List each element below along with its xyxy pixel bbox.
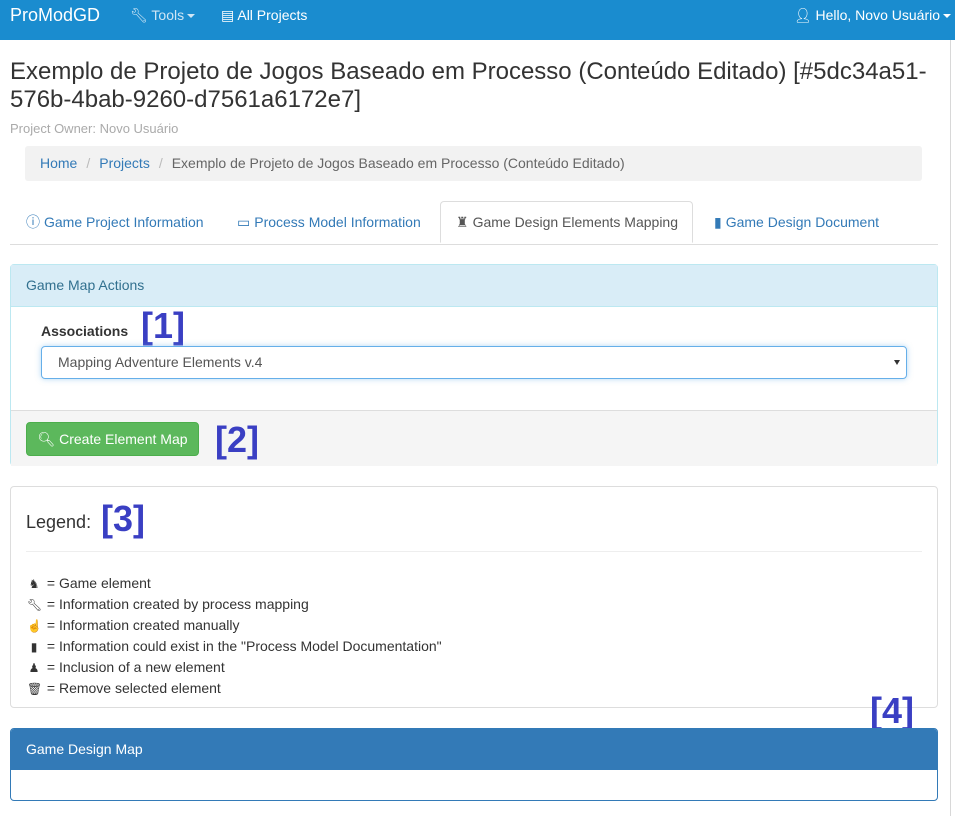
legend-item: ♞ = Game element <box>27 573 442 594</box>
chess-pawn-icon: ♟ <box>28 661 40 675</box>
legend-item: ♟ = Inclusion of a new element <box>27 657 442 678</box>
top-navbar: ProModGD 🔧︎ Tools ▤ All Projects 👤︎ Hell… <box>0 0 955 40</box>
tab-game-design-elements-mapping[interactable]: ♜ Game Design Elements Mapping <box>440 201 693 243</box>
legend-item: ☝ = Information created manually <box>27 615 442 636</box>
panel-footer: 🔍︎ Create Element Map [2] <box>11 410 937 466</box>
breadcrumb-projects[interactable]: Projects <box>99 155 150 171</box>
legend-item: 🗑︎ = Remove selected element <box>27 678 442 699</box>
tools-menu[interactable]: 🔧︎ Tools <box>130 7 196 24</box>
associations-label: Associations <box>41 323 129 339</box>
legend-item-text: = Information created by process mapping <box>46 596 309 612</box>
legend-panel: Legend: [3] ♞ = Game element 🔧︎ = Inform… <box>10 486 938 708</box>
trash-icon: 🗑︎ <box>27 682 43 696</box>
breadcrumb: Home / Projects / Exemplo de Projeto de Jogo… <box>25 146 922 181</box>
legend-item: 🔧︎ = Information created by process mapp… <box>27 594 442 615</box>
legend-item-text: = Game element <box>46 575 151 591</box>
hand-up-icon: ☝ <box>27 619 42 633</box>
breadcrumb-separator: / <box>158 155 163 171</box>
tab-label: Game Project Information <box>44 214 204 230</box>
tab-game-project-information[interactable]: ⓘ Game Project Information <box>26 202 204 243</box>
page-title: Exemplo de Projeto de Jogos Baseado em P… <box>10 58 927 113</box>
project-owner: Project Owner: Novo Usuário <box>10 121 179 136</box>
breadcrumb-current: Exemplo de Projeto de Jogos Baseado em P… <box>171 155 625 171</box>
panel-heading: Game Design Map <box>11 729 937 770</box>
legend-list: ♞ = Game element 🔧︎ = Information create… <box>27 573 442 699</box>
tab-game-design-document[interactable]: ▮ Game Design Document <box>714 202 879 243</box>
associations-select[interactable]: Mapping Adventure Elements v.4 <box>41 346 907 379</box>
hdd-icon: ▭ <box>237 214 251 230</box>
list-icon: ▤ <box>221 7 235 23</box>
caret-down-icon <box>187 14 196 19</box>
caret-down-icon <box>943 14 951 19</box>
legend-item-text: = Information created manually <box>46 617 240 633</box>
wrench-icon: 🔧︎ <box>27 598 43 612</box>
chess-knight-icon: ♞ <box>28 577 40 591</box>
legend-divider <box>26 551 922 552</box>
create-element-map-label: Create Element Map <box>59 431 188 447</box>
associations-select-value: Mapping Adventure Elements v.4 <box>58 354 263 370</box>
all-projects-label: All Projects <box>237 7 308 23</box>
breadcrumb-separator: / <box>86 155 91 171</box>
info-circle-icon: ⓘ <box>26 214 40 230</box>
select-arrow-icon <box>894 360 900 365</box>
tab-label: Process Model Information <box>254 214 421 230</box>
tab-label: Game Design Elements Mapping <box>472 214 678 230</box>
marker-2: [2] <box>215 419 259 460</box>
legend-heading: Legend: <box>26 512 92 532</box>
project-tabs: ⓘ Game Project Information ▭ Process Model… <box>10 201 938 245</box>
page-edge <box>950 40 951 816</box>
legend-item-text: = Information could exist in the "Proces… <box>46 638 442 654</box>
marker-1: [1] <box>141 305 185 346</box>
breadcrumb-home[interactable]: Home <box>40 155 77 171</box>
create-element-map-button[interactable]: 🔍︎ Create Element Map <box>26 422 199 456</box>
game-map-actions-panel: Game Map Actions Associations [1] Mappin… <box>10 264 938 466</box>
panel-heading: Game Map Actions <box>11 265 937 307</box>
chess-tower-icon: ♜ <box>456 214 469 230</box>
marker-4: [4] <box>870 690 914 731</box>
user-icon: 👤︎ <box>793 7 812 23</box>
brand-link[interactable]: ProModGD <box>10 5 100 26</box>
book-icon: ▮ <box>30 640 38 654</box>
wrench-icon: 🔧︎ <box>130 7 148 23</box>
search-icon: 🔍︎ <box>37 431 56 447</box>
tab-process-model-information[interactable]: ▭ Process Model Information <box>237 202 421 243</box>
tab-label: Game Design Document <box>725 214 880 230</box>
game-design-map-panel: Game Design Map <box>10 728 938 801</box>
legend-item: ▮ = Information could exist in the "Proc… <box>27 636 442 657</box>
legend-item-text: = Inclusion of a new element <box>46 659 225 675</box>
marker-3: [3] <box>101 498 145 539</box>
legend-item-text: = Remove selected element <box>46 680 221 696</box>
all-projects-link[interactable]: ▤ All Projects <box>221 7 307 24</box>
user-menu[interactable]: 👤︎ Hello, Novo Usuário <box>794 7 951 24</box>
book-icon: ▮ <box>714 214 722 230</box>
user-label: Hello, Novo Usuário <box>815 7 941 23</box>
tools-label: Tools <box>151 7 185 23</box>
